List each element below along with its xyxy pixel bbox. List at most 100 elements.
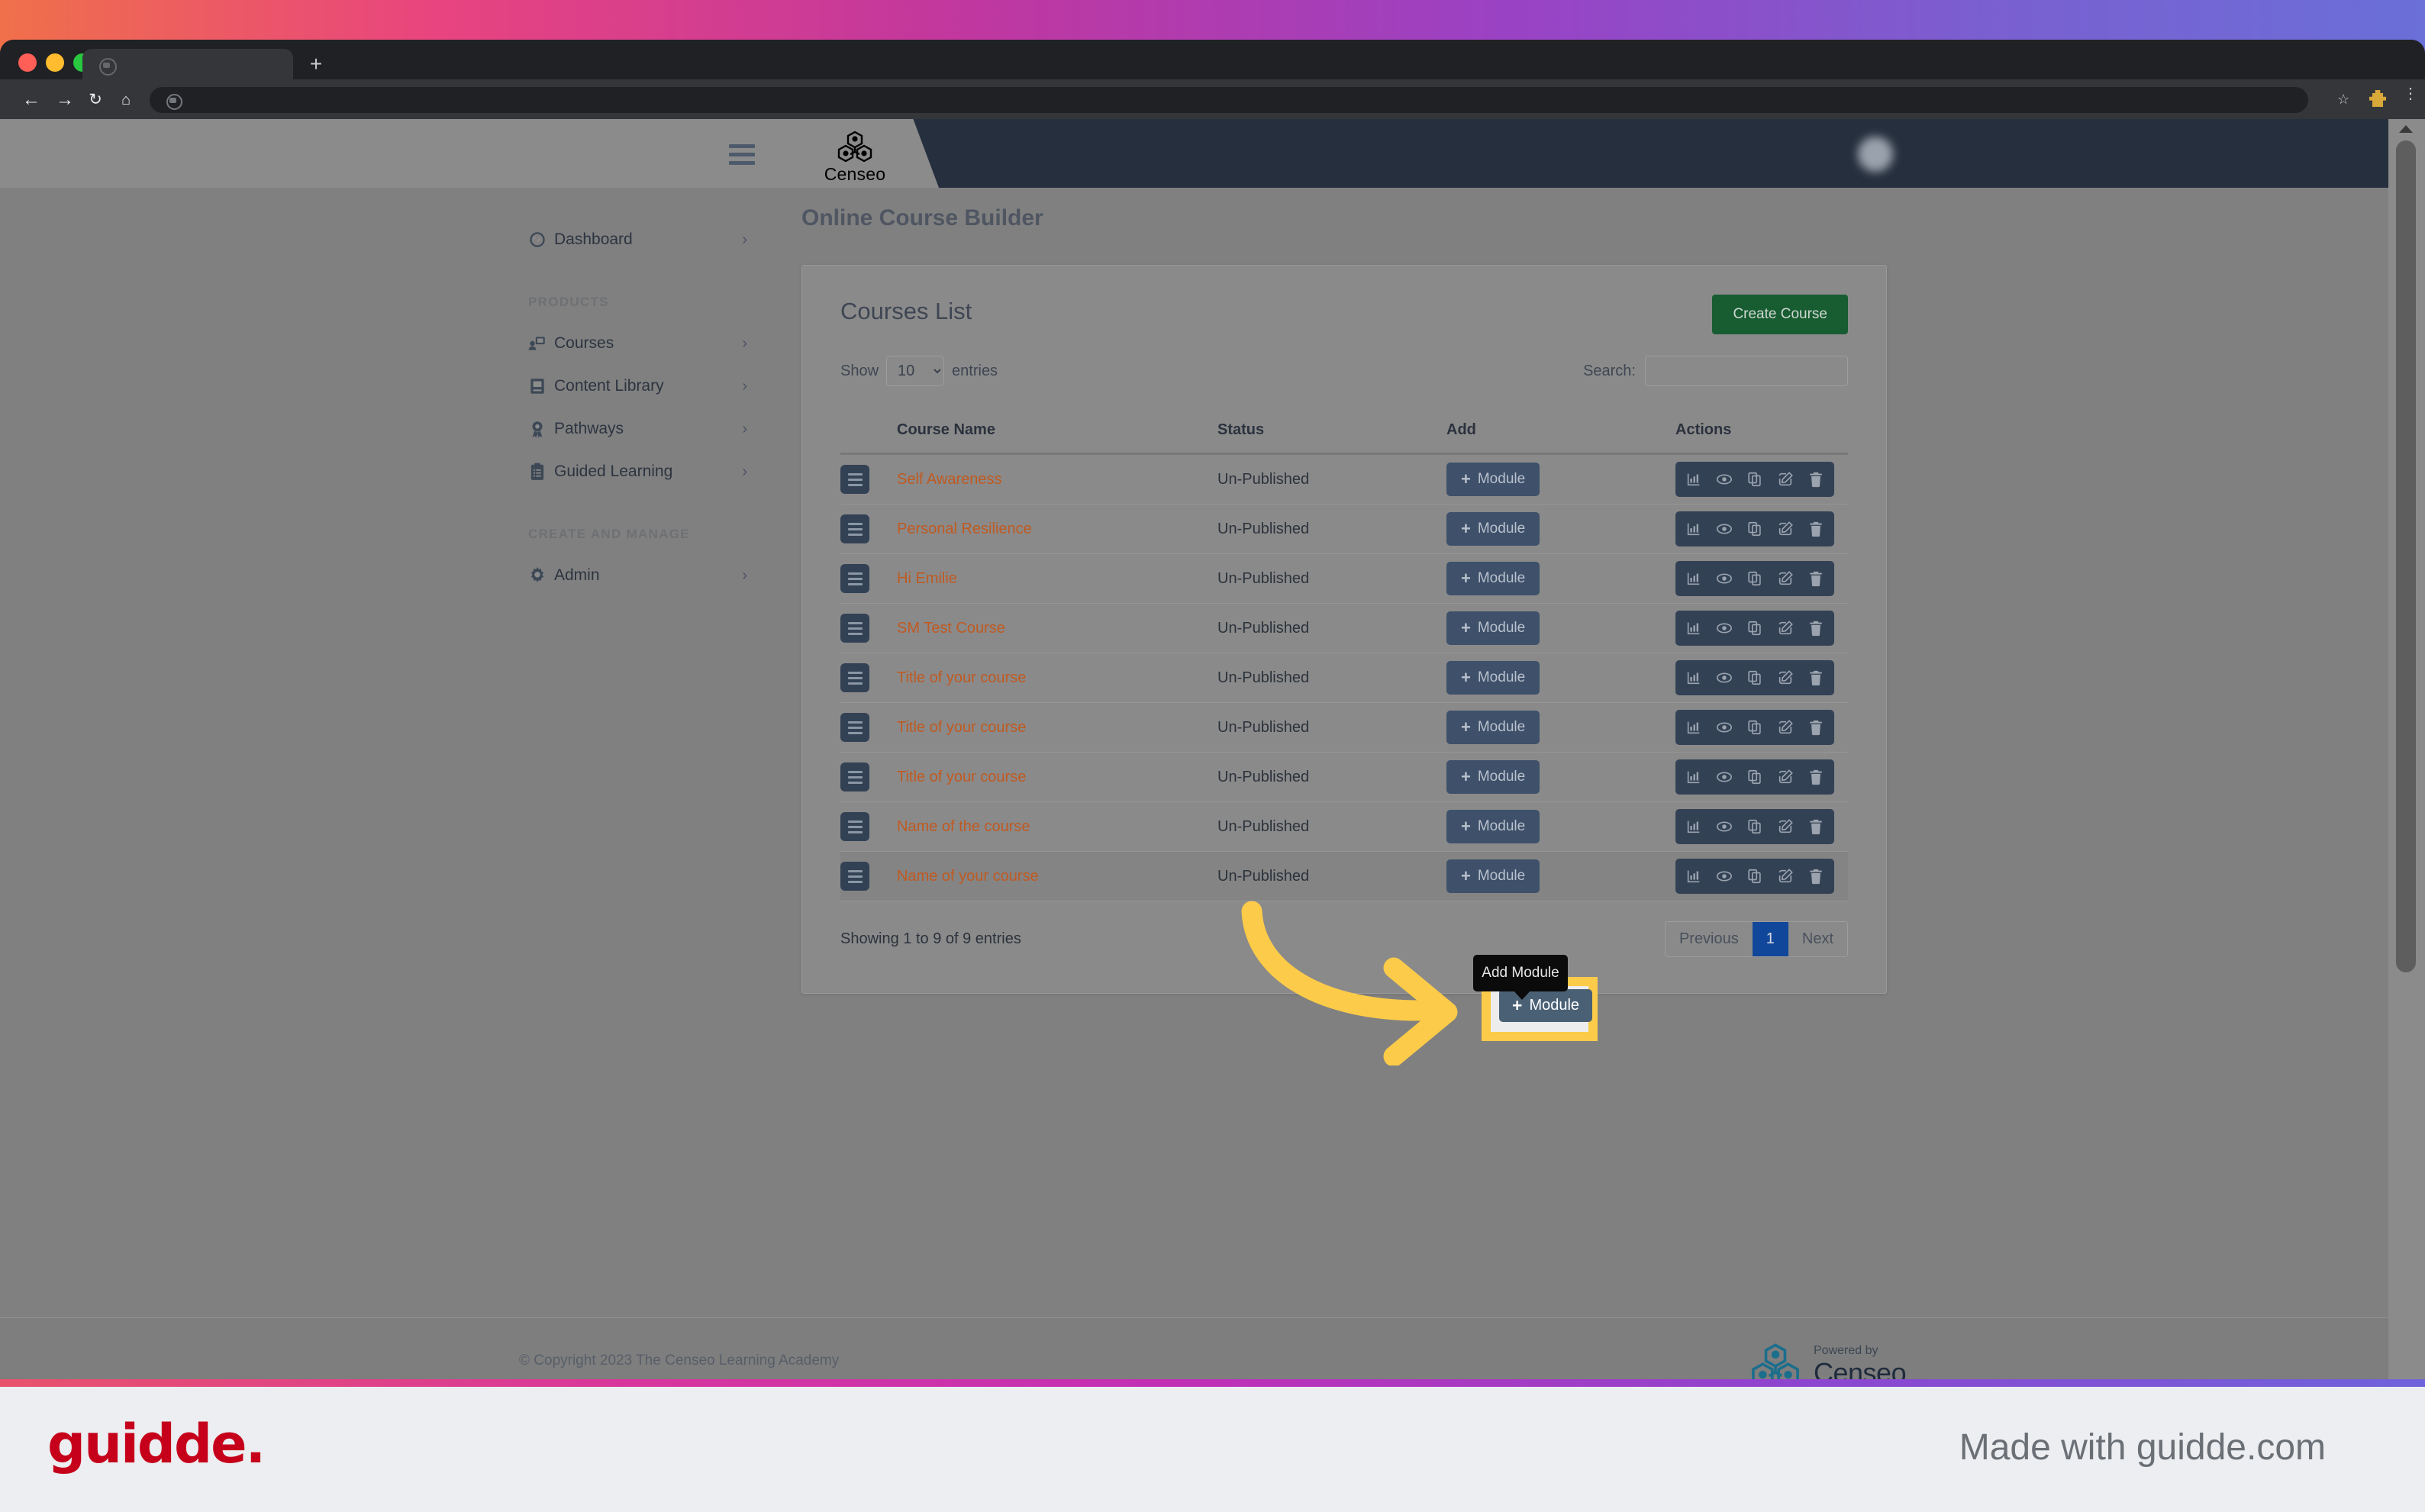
edit-pencil-icon[interactable] — [1770, 863, 1801, 889]
sidebar-item-admin[interactable]: Admin › — [504, 554, 767, 597]
drag-handle-icon[interactable] — [840, 663, 869, 692]
report-chart-icon[interactable] — [1678, 764, 1709, 790]
browser-menu-icon[interactable]: ⋮ — [2403, 86, 2418, 110]
preview-eye-icon[interactable] — [1709, 863, 1740, 889]
course-name-link[interactable]: Title of your course — [897, 719, 1026, 736]
bookmark-star-icon[interactable]: ☆ — [2337, 92, 2349, 108]
preview-eye-icon[interactable] — [1709, 466, 1740, 492]
add-module-button[interactable]: + Module — [1446, 463, 1540, 496]
report-chart-icon[interactable] — [1678, 466, 1709, 492]
delete-trash-icon[interactable] — [1801, 764, 1831, 790]
edit-pencil-icon[interactable] — [1770, 814, 1801, 840]
duplicate-copy-icon[interactable] — [1740, 466, 1770, 492]
duplicate-copy-icon[interactable] — [1740, 615, 1770, 641]
course-name-link[interactable]: Name of the course — [897, 818, 1030, 835]
hamburger-menu-icon[interactable] — [729, 144, 755, 165]
preview-eye-icon[interactable] — [1709, 665, 1740, 691]
pagination-next[interactable]: Next — [1788, 922, 1847, 956]
course-name-link[interactable]: SM Test Course — [897, 620, 1005, 637]
preview-eye-icon[interactable] — [1709, 814, 1740, 840]
delete-trash-icon[interactable] — [1801, 566, 1831, 592]
sidebar-item-content-library[interactable]: Content Library › — [504, 365, 767, 408]
preview-eye-icon[interactable] — [1709, 764, 1740, 790]
preview-eye-icon[interactable] — [1709, 615, 1740, 641]
censeo-logo[interactable]: Censeo — [809, 131, 901, 184]
edit-pencil-icon[interactable] — [1770, 566, 1801, 592]
create-course-button[interactable]: Create Course — [1712, 295, 1848, 334]
duplicate-copy-icon[interactable] — [1740, 814, 1770, 840]
preview-eye-icon[interactable] — [1709, 566, 1740, 592]
drag-handle-icon[interactable] — [840, 514, 869, 543]
report-chart-icon[interactable] — [1678, 516, 1709, 542]
sidebar-item-courses[interactable]: Courses › — [504, 322, 767, 365]
add-module-button[interactable]: + Module — [1446, 711, 1540, 744]
col-header-status[interactable]: Status — [1217, 411, 1446, 455]
user-menu[interactable] — [1756, 136, 1908, 172]
report-chart-icon[interactable] — [1678, 566, 1709, 592]
drag-handle-icon[interactable] — [840, 614, 869, 643]
duplicate-copy-icon[interactable] — [1740, 665, 1770, 691]
add-module-button[interactable]: + Module — [1446, 760, 1540, 794]
drag-handle-icon[interactable] — [840, 762, 869, 791]
scroll-up-arrow-icon[interactable] — [2399, 125, 2413, 133]
add-module-button[interactable]: + Module — [1446, 661, 1540, 695]
report-chart-icon[interactable] — [1678, 615, 1709, 641]
report-chart-icon[interactable] — [1678, 714, 1709, 740]
window-close-button[interactable] — [18, 53, 37, 72]
course-name-link[interactable]: Title of your course — [897, 669, 1026, 686]
edit-pencil-icon[interactable] — [1770, 764, 1801, 790]
drag-handle-icon[interactable] — [840, 812, 869, 841]
report-chart-icon[interactable] — [1678, 665, 1709, 691]
scrollbar-thumb[interactable] — [2396, 140, 2416, 972]
course-name-link[interactable]: Self Awareness — [897, 471, 1002, 488]
edit-pencil-icon[interactable] — [1770, 615, 1801, 641]
course-name-link[interactable]: Name of your course — [897, 868, 1039, 885]
add-module-button[interactable]: + Module — [1446, 562, 1540, 595]
sidebar-item-pathways[interactable]: Pathways › — [504, 408, 767, 450]
sidebar-item-guided-learning[interactable]: Guided Learning › — [504, 450, 767, 493]
col-header-course-name[interactable]: Course Name — [897, 411, 1217, 455]
delete-trash-icon[interactable] — [1801, 466, 1831, 492]
course-name-link[interactable]: Title of your course — [897, 769, 1026, 785]
duplicate-copy-icon[interactable] — [1740, 764, 1770, 790]
duplicate-copy-icon[interactable] — [1740, 714, 1770, 740]
back-arrow-icon[interactable]: ← — [21, 90, 41, 110]
window-minimize-button[interactable] — [46, 53, 64, 72]
drag-handle-icon[interactable] — [840, 713, 869, 742]
search-input[interactable] — [1645, 356, 1848, 386]
avatar[interactable] — [1858, 137, 1893, 172]
report-chart-icon[interactable] — [1678, 814, 1709, 840]
reload-icon[interactable]: ↻ — [85, 90, 105, 110]
delete-trash-icon[interactable] — [1801, 814, 1831, 840]
url-bar[interactable] — [150, 87, 2308, 113]
edit-pencil-icon[interactable] — [1770, 665, 1801, 691]
drag-handle-icon[interactable] — [840, 465, 869, 494]
edit-pencil-icon[interactable] — [1770, 516, 1801, 542]
duplicate-copy-icon[interactable] — [1740, 863, 1770, 889]
delete-trash-icon[interactable] — [1801, 516, 1831, 542]
duplicate-copy-icon[interactable] — [1740, 566, 1770, 592]
pagination-page-1[interactable]: 1 — [1752, 922, 1788, 956]
delete-trash-icon[interactable] — [1801, 714, 1831, 740]
sidebar-item-dashboard[interactable]: Dashboard › — [504, 218, 767, 261]
delete-trash-icon[interactable] — [1801, 863, 1831, 889]
course-name-link[interactable]: Hi Emilie — [897, 570, 957, 587]
home-icon[interactable]: ⌂ — [116, 90, 136, 110]
add-module-button[interactable]: + Module — [1446, 512, 1540, 546]
duplicate-copy-icon[interactable] — [1740, 516, 1770, 542]
browser-tab[interactable] — [82, 49, 293, 79]
page-scrollbar[interactable] — [2388, 119, 2425, 1379]
add-module-button[interactable]: + Module — [1446, 859, 1540, 893]
drag-handle-icon[interactable] — [840, 564, 869, 593]
course-name-link[interactable]: Personal Resilience — [897, 521, 1032, 537]
pagination-previous[interactable]: Previous — [1665, 922, 1753, 956]
forward-arrow-icon[interactable]: → — [55, 90, 75, 110]
extensions-puzzle-icon[interactable] — [2369, 90, 2386, 107]
edit-pencil-icon[interactable] — [1770, 466, 1801, 492]
new-tab-button[interactable]: + — [302, 50, 330, 78]
entries-per-page-select[interactable]: 10 25 50 100 — [886, 356, 945, 386]
delete-trash-icon[interactable] — [1801, 615, 1831, 641]
edit-pencil-icon[interactable] — [1770, 714, 1801, 740]
preview-eye-icon[interactable] — [1709, 714, 1740, 740]
add-module-button[interactable]: + Module — [1446, 611, 1540, 645]
